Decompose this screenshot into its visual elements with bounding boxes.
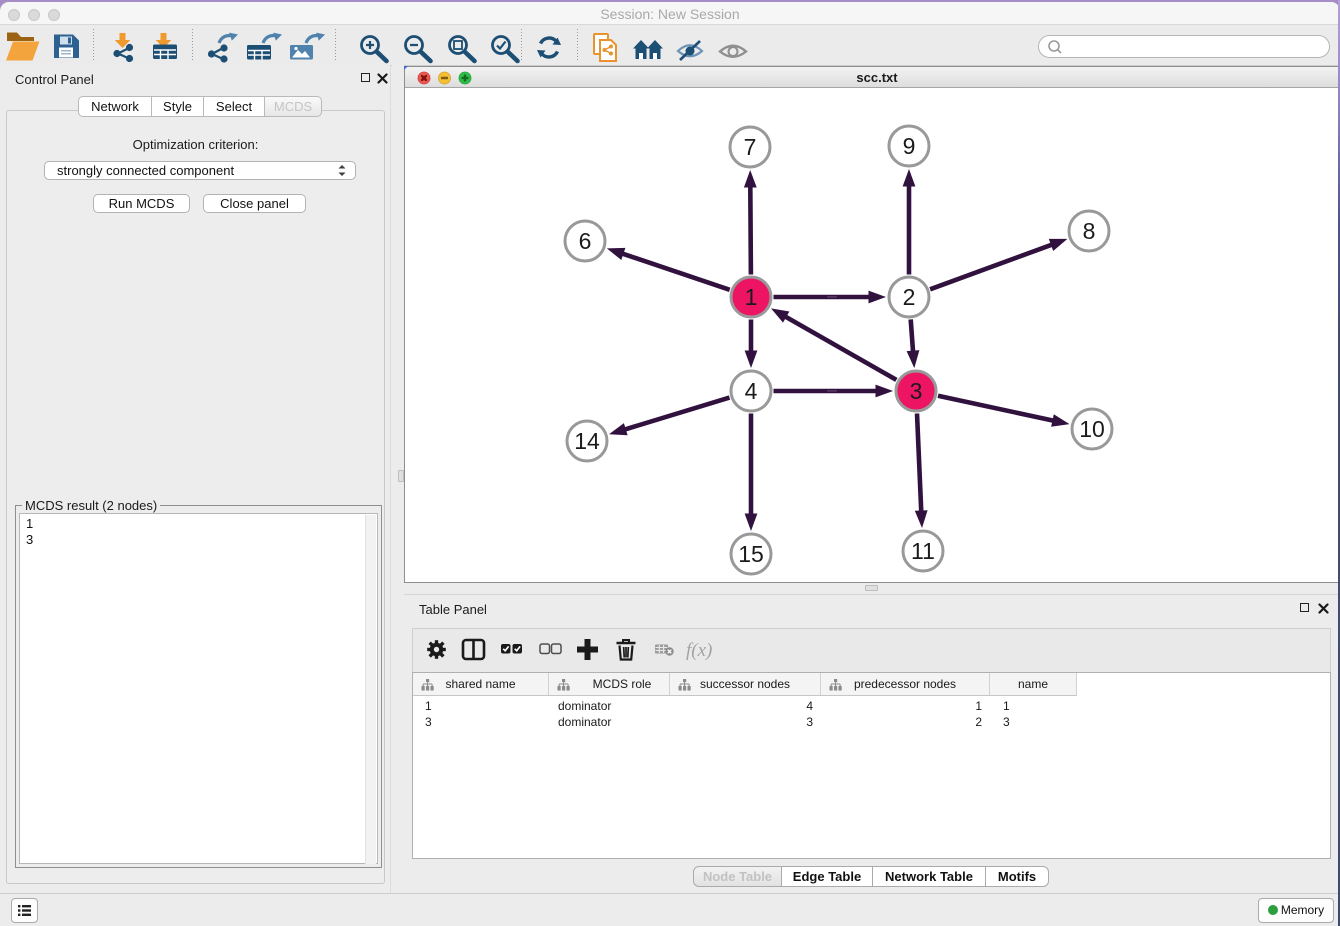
svg-text:f(x): f(x): [686, 640, 712, 661]
svg-text:7: 7: [744, 134, 757, 160]
svg-text:4: 4: [745, 378, 758, 404]
svg-text:6: 6: [579, 228, 592, 254]
svg-text:8: 8: [1083, 218, 1096, 244]
svg-text:9: 9: [903, 133, 916, 159]
svg-text:11: 11: [911, 538, 935, 564]
svg-text:10: 10: [1079, 416, 1105, 442]
svg-text:1: 1: [745, 284, 758, 310]
svg-text:2: 2: [903, 284, 916, 310]
svg-text:3: 3: [910, 378, 923, 404]
svg-text:14: 14: [574, 428, 600, 454]
svg-text:15: 15: [738, 541, 764, 567]
